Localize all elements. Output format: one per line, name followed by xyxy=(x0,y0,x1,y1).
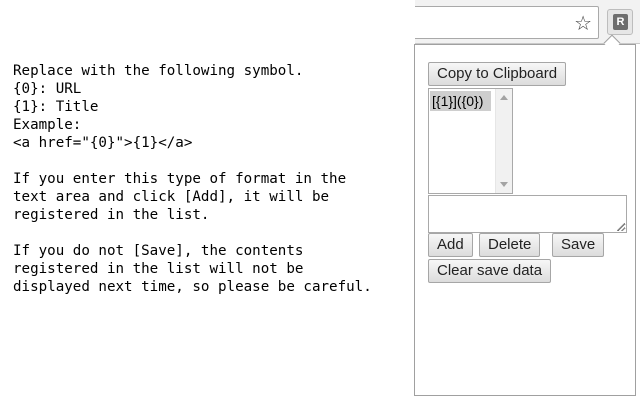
help-line: <a href="{0}">{1}</a> xyxy=(13,135,193,151)
scroll-up-icon[interactable] xyxy=(500,95,508,100)
help-line: text area and click [Add], it will be xyxy=(13,189,330,205)
format-textarea[interactable] xyxy=(428,195,627,233)
help-line: {0}: URL xyxy=(13,81,82,97)
add-button[interactable]: Add xyxy=(428,233,473,257)
save-button[interactable]: Save xyxy=(552,233,605,257)
copy-to-clipboard-button[interactable]: Copy to Clipboard xyxy=(428,62,567,86)
help-line: If you do not [Save], the contents xyxy=(13,243,304,259)
help-spacer xyxy=(13,224,408,242)
clear-save-data-button[interactable]: Clear save data xyxy=(428,259,552,283)
list-scrollbar[interactable] xyxy=(495,89,512,193)
help-line: Replace with the following symbol. xyxy=(13,63,304,79)
browser-toolbar: ☆ R xyxy=(415,0,640,44)
help-line: registered in the list. xyxy=(13,207,210,223)
extension-icon: R xyxy=(613,14,628,30)
help-line: displayed next time, so please be carefu… xyxy=(13,279,372,295)
list-item[interactable]: [{1}]({0}) xyxy=(430,91,491,111)
delete-button[interactable]: Delete xyxy=(479,233,541,257)
extension-button[interactable]: R xyxy=(607,9,633,35)
resize-grip-icon[interactable] xyxy=(617,223,625,231)
address-bar[interactable]: ☆ xyxy=(415,6,599,39)
help-line: registered in the list will not be xyxy=(13,261,304,277)
star-icon[interactable]: ☆ xyxy=(574,11,592,35)
help-line: If you enter this type of format in the xyxy=(13,171,347,187)
scroll-down-icon[interactable] xyxy=(500,182,508,187)
help-spacer xyxy=(13,152,408,170)
help-text: Replace with the following symbol. {0}: … xyxy=(13,62,408,296)
help-line: Example: xyxy=(13,117,82,133)
format-list[interactable]: [{1}]({0}) xyxy=(428,88,513,194)
help-line: {1}: Title xyxy=(13,99,99,115)
